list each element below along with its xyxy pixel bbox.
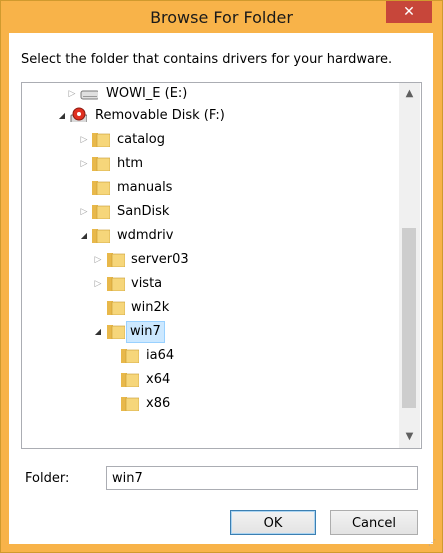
folder-icon xyxy=(92,133,110,147)
expand-icon[interactable]: ▷ xyxy=(79,201,89,223)
vertical-scrollbar[interactable]: ▲ ▼ xyxy=(399,83,420,448)
folder-icon xyxy=(92,229,110,243)
tree-item[interactable]: ▷ WOWI_E (E:) xyxy=(22,83,392,105)
scrollbar-thumb[interactable] xyxy=(402,228,416,408)
instruction-text: Select the folder that contains drivers … xyxy=(21,52,393,67)
tree-item[interactable]: ▷ vista xyxy=(22,273,392,295)
tree-item[interactable]: ▷ htm xyxy=(22,153,392,175)
tree-item-label: x86 xyxy=(146,396,171,411)
tree-item-label: win7 xyxy=(126,321,165,343)
tree-item[interactable]: ▷ catalog xyxy=(22,129,392,151)
folder-input[interactable]: win7 xyxy=(106,466,418,490)
tree-item[interactable]: x86 xyxy=(22,393,392,415)
tree-item-label: win2k xyxy=(131,300,170,315)
close-icon: ✕ xyxy=(403,4,415,20)
tree-item-label: vista xyxy=(131,276,163,291)
tree-item[interactable]: ▷ server03 xyxy=(22,249,392,271)
window-title: Browse For Folder xyxy=(150,8,293,27)
tree-item-label: SanDisk xyxy=(117,204,170,219)
tree-item[interactable]: x64 xyxy=(22,369,392,391)
expand-icon[interactable]: ▷ xyxy=(93,249,103,271)
tree-item[interactable]: win2k xyxy=(22,297,392,319)
tree-item-label: htm xyxy=(117,156,143,171)
tree-item-label: manuals xyxy=(117,180,173,195)
resize-grip-icon[interactable]: ⋰ xyxy=(428,538,436,547)
tree-item[interactable]: ◢ Removable Disk (F:) xyxy=(22,105,392,127)
collapse-icon[interactable]: ◢ xyxy=(57,105,67,127)
tree-item-selected[interactable]: ◢ win7 xyxy=(22,321,392,343)
scroll-up-icon[interactable]: ▲ xyxy=(399,85,420,103)
tree-item[interactable]: ▷ SanDisk xyxy=(22,201,392,223)
tree-item-label: wdmdriv xyxy=(117,228,174,243)
folder-icon xyxy=(92,205,110,219)
tree-item-label: Removable Disk (F:) xyxy=(95,108,225,123)
folder-field-label: Folder: xyxy=(25,471,70,486)
cancel-button[interactable]: Cancel xyxy=(330,510,418,535)
folder-icon xyxy=(92,181,110,195)
folder-icon xyxy=(107,253,125,267)
folder-icon xyxy=(121,397,139,411)
expand-icon[interactable]: ▷ xyxy=(67,83,77,105)
drive-icon xyxy=(80,90,98,100)
tree-item[interactable]: manuals xyxy=(22,177,392,199)
expand-icon[interactable]: ▷ xyxy=(79,153,89,175)
folder-icon xyxy=(121,349,139,363)
folder-icon xyxy=(107,301,125,315)
title-bar[interactable]: Browse For Folder ✕ xyxy=(1,1,442,34)
folder-tree[interactable]: ▷ WOWI_E (E:) ◢ Removable Disk (F:) ▷ ca… xyxy=(21,82,422,449)
close-button[interactable]: ✕ xyxy=(386,1,432,23)
collapse-icon[interactable]: ◢ xyxy=(79,225,89,247)
scroll-down-icon[interactable]: ▼ xyxy=(399,428,420,446)
folder-icon xyxy=(107,325,125,339)
expand-icon[interactable]: ▷ xyxy=(93,273,103,295)
tree-item-label: WOWI_E (E:) xyxy=(106,86,188,101)
removable-disk-icon xyxy=(70,107,87,122)
folder-icon xyxy=(92,157,110,171)
folder-icon xyxy=(107,277,125,291)
tree-item-label: ia64 xyxy=(146,348,175,363)
tree-item-label: server03 xyxy=(131,252,189,267)
tree-item[interactable]: ◢ wdmdriv xyxy=(22,225,392,247)
ok-button[interactable]: OK xyxy=(230,510,316,535)
tree-item[interactable]: ia64 xyxy=(22,345,392,367)
tree-item-label: catalog xyxy=(117,132,165,147)
tree-item-label: x64 xyxy=(146,372,171,387)
folder-icon xyxy=(121,373,139,387)
expand-icon[interactable]: ▷ xyxy=(79,129,89,151)
collapse-icon[interactable]: ◢ xyxy=(93,321,103,343)
